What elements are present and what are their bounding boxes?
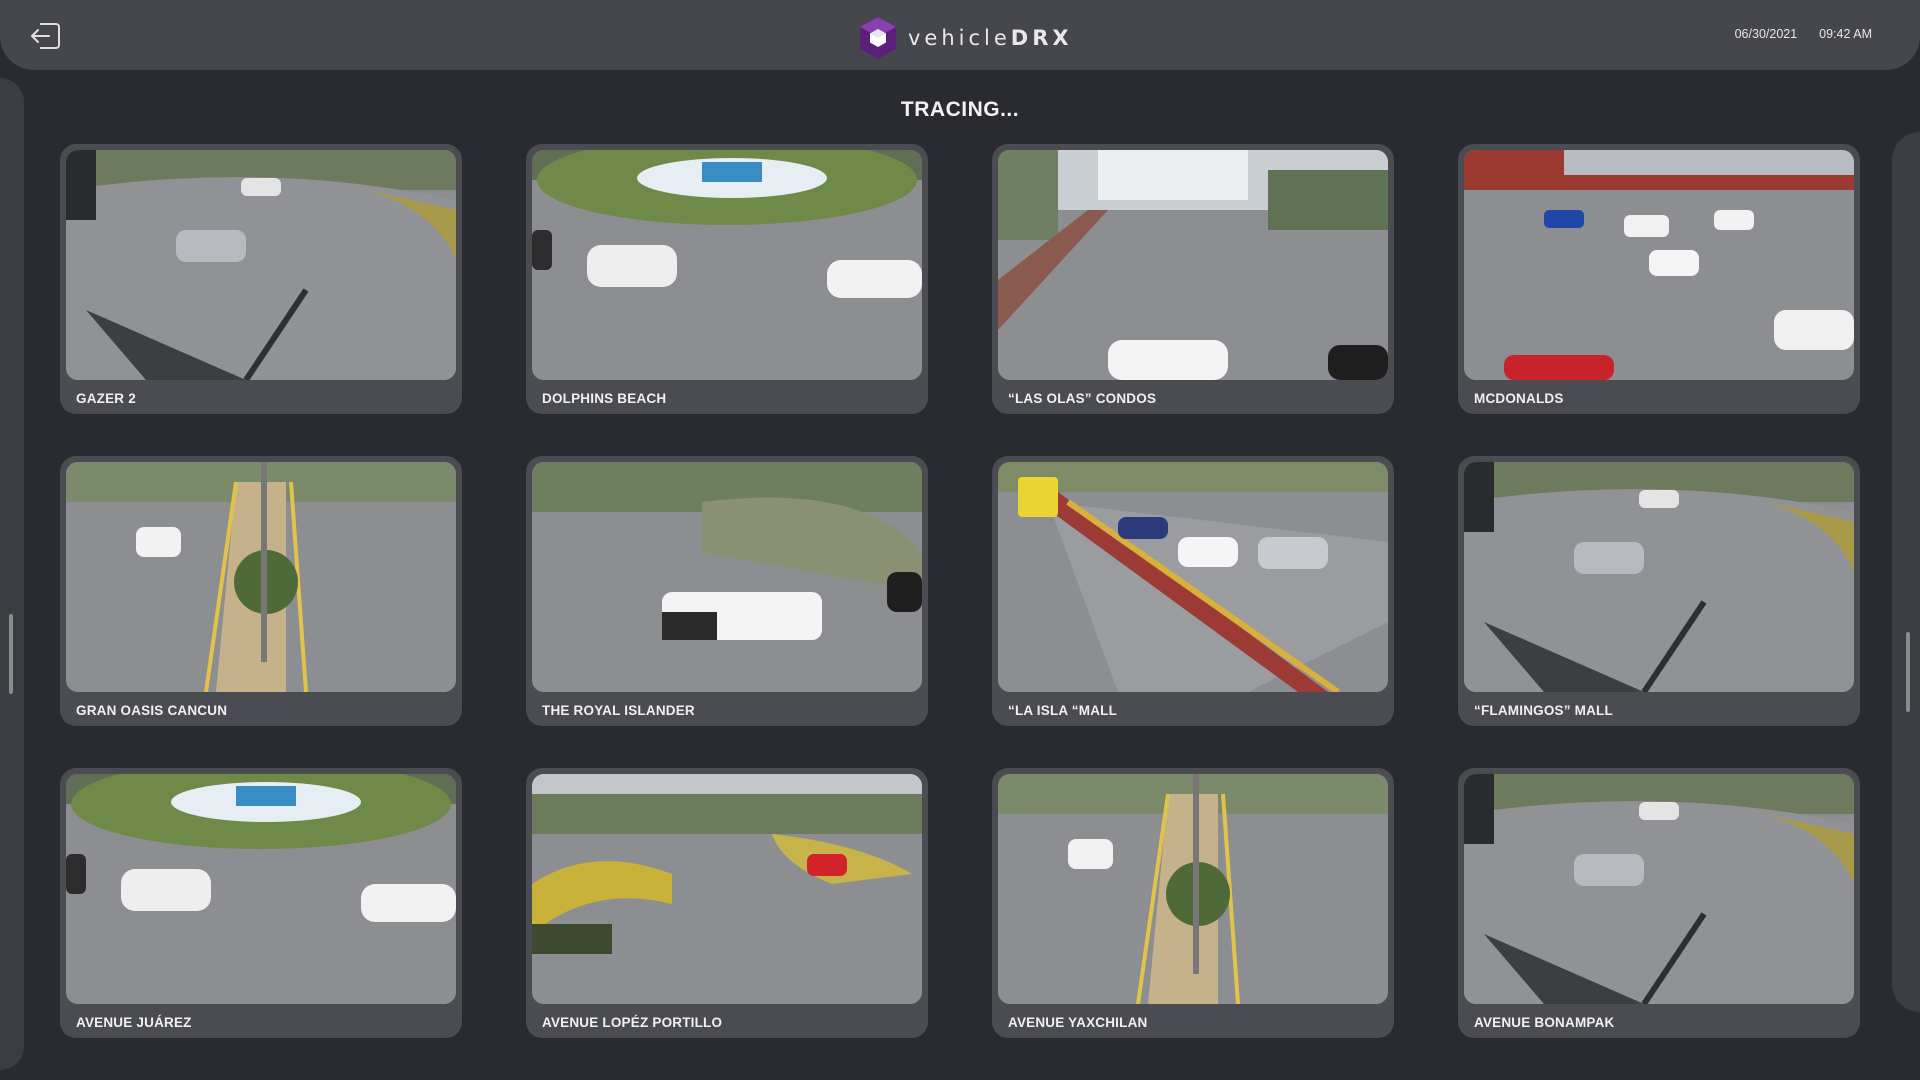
camera-feed-thumbnail [66,462,456,692]
camera-label: GAZER 2 [76,391,136,406]
camera-feed-thumbnail [532,774,922,1004]
left-drawer [0,78,24,1070]
brand-name: vehicleDRX [908,26,1073,50]
camera-feed-thumbnail [998,774,1388,1004]
camera-card[interactable]: AVENUE JUÁREZ [60,768,462,1038]
camera-card[interactable]: GRAN OASIS CANCUN [60,456,462,726]
right-drawer-handle[interactable] [1906,632,1910,712]
camera-feed-thumbnail [66,774,456,1004]
camera-card[interactable]: AVENUE YAXCHILAN [992,768,1394,1038]
camera-feed-thumbnail [66,150,456,380]
camera-card[interactable]: THE ROYAL ISLANDER [526,456,928,726]
camera-label: DOLPHINS BEACH [542,391,667,406]
camera-label: AVENUE BONAMPAK [1474,1015,1615,1030]
logout-arrow-icon[interactable] [28,20,62,52]
camera-feed-thumbnail [532,150,922,380]
camera-label: GRAN OASIS CANCUN [76,703,228,718]
camera-label: “FLAMINGOS” MALL [1474,703,1613,718]
time-text: 09:42 AM [1819,27,1872,41]
date-text: 06/30/2021 [1734,27,1798,41]
camera-grid: GAZER 2 DOLPHINS BEACH “LAS OLAS” CONDOS MC… [60,144,1862,1038]
camera-feed-thumbnail [532,462,922,692]
brand-logo: vehicleDRX [858,16,1073,60]
datetime: 06/30/2021 09:42 AM [1735,27,1872,41]
camera-label: “LA ISLA “MALL [1008,703,1118,718]
camera-feed-thumbnail [1464,150,1854,380]
camera-card[interactable]: DOLPHINS BEACH [526,144,928,414]
camera-card[interactable]: “LAS OLAS” CONDOS [992,144,1394,414]
camera-card[interactable]: “FLAMINGOS” MALL [1458,456,1860,726]
camera-feed-thumbnail [998,150,1388,380]
hexagon-cube-icon [860,17,896,59]
camera-label: AVENUE JUÁREZ [76,1015,192,1030]
camera-label: MCDONALDS [1474,391,1564,406]
camera-card[interactable]: MCDONALDS [1458,144,1860,414]
camera-label: THE ROYAL ISLANDER [542,703,695,718]
camera-card[interactable]: GAZER 2 [60,144,462,414]
brand-name-light: vehicle [908,26,1011,50]
camera-feed-thumbnail [1464,462,1854,692]
camera-card[interactable]: AVENUE LOPÉZ PORTILLO [526,768,928,1038]
camera-label: AVENUE LOPÉZ PORTILLO [542,1015,723,1030]
page-title: TRACING... [900,98,1020,121]
camera-card[interactable]: “LA ISLA “MALL [992,456,1394,726]
left-drawer-handle[interactable] [9,614,13,694]
top-bar: vehicleDRX 06/30/2021 09:42 AM [0,0,1920,70]
camera-label: AVENUE YAXCHILAN [1008,1015,1148,1030]
camera-feed-thumbnail [998,462,1388,692]
camera-label: “LAS OLAS” CONDOS [1008,391,1157,406]
brand-name-bold: DRX [1010,26,1073,50]
camera-card[interactable]: AVENUE BONAMPAK [1458,768,1860,1038]
camera-feed-thumbnail [1464,774,1854,1004]
right-drawer [1892,132,1920,1012]
